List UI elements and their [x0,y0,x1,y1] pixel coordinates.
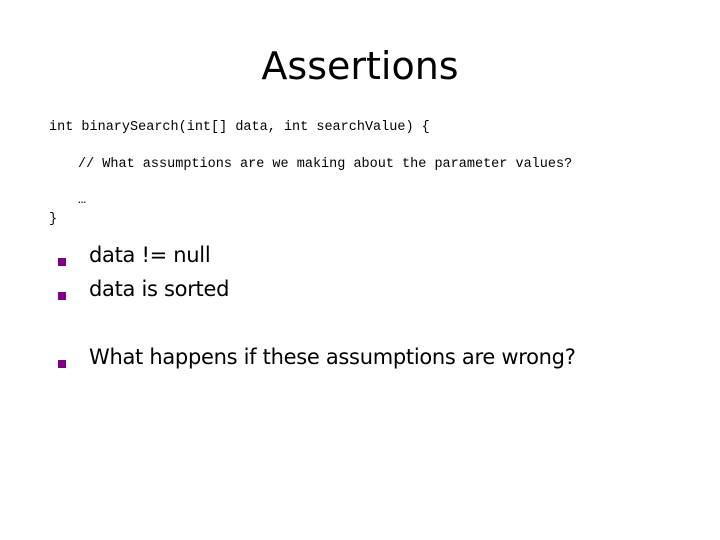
bullet-icon [58,292,66,300]
bullet-text: What happens if these assumptions are wr… [89,345,576,369]
bullet-icon [58,258,66,266]
code-ellipsis: … [78,193,87,208]
slide-title: Assertions [261,44,459,88]
code-signature: int binarySearch(int[] data, int searchV… [49,120,430,135]
bullet-text: data != null [89,243,211,267]
code-comment: // What assumptions are we making about … [78,157,573,172]
bullet-text: data is sorted [89,277,230,301]
code-closing-brace: } [49,212,58,227]
bullet-icon [58,360,66,368]
